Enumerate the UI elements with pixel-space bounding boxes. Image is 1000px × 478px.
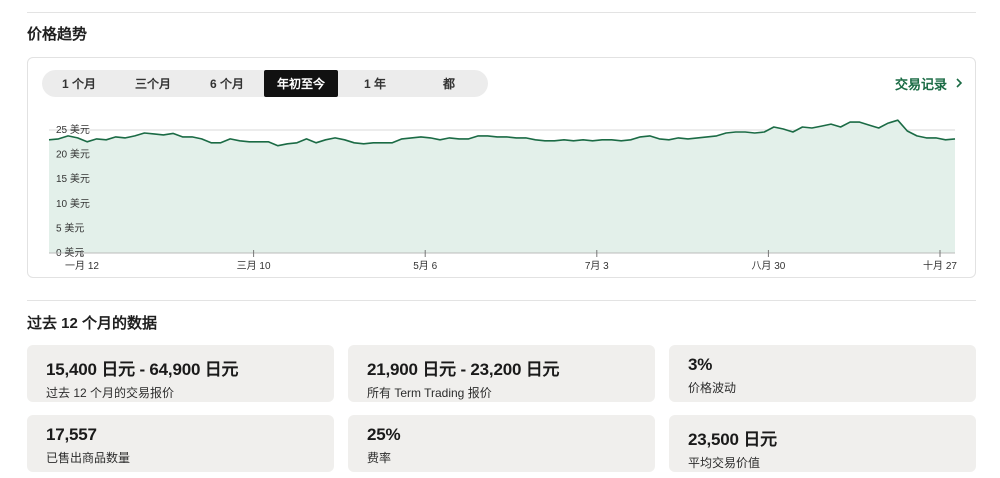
stat-label: 平均交易价值 [688,456,761,470]
x-tick-label: 十月 27 [923,259,957,272]
stat-card-trade-range: 15,400 日元 - 64,900 日元 过去 12 个月的交易报价 [27,345,334,402]
stat-card-items-sold: 17,557 已售出商品数量 [27,415,334,472]
stat-label: 价格波动 [688,381,737,395]
stat-label: 所有 Term Trading 报价 [367,386,492,400]
y-tick-label: 10 美元 [56,197,90,210]
stat-card-fee-rate: 25% 费率 [348,415,655,472]
price-area-chart: 25 美元20 美元15 美元10 美元5 美元0 美元 一月 12 三月 10 5… [48,119,957,272]
stat-value: 21,900 日元 - 23,200 日元 [367,360,560,379]
stat-value: 15,400 日元 - 64,900 日元 [46,360,239,379]
top-divider [27,12,976,13]
mid-divider [27,300,976,301]
stat-value: 25% [367,425,401,444]
stat-value: 3% [688,355,713,374]
y-tick-label: 20 美元 [56,148,90,161]
price-chart-card: 1 个月 三个月 6 个月 年初至今 1 年 都 交易记录 25 美元 20 美元… [27,57,976,278]
chart-area-fill [49,120,955,253]
price-trend-title: 价格趋势 [27,26,88,43]
stat-card-avg-value: 23,500 日元 平均交易价值 [669,415,976,472]
stat-label: 过去 12 个月的交易报价 [46,386,175,400]
y-tick-label: 25 美元 [56,123,90,136]
stat-value: 17,557 [46,425,97,444]
stat-label: 已售出商品数量 [46,451,131,465]
x-tick-label: 5月 6 [413,260,437,272]
x-tick-label: 7月 3 [585,260,609,272]
x-tick-label: 三月 10 [237,260,271,272]
stat-value: 23,500 日元 [688,430,777,449]
y-tick-label: 15 美元 [56,172,90,185]
stat-card-volatility: 3% 价格波动 [669,345,976,402]
past-12-months-title: 过去 12 个月的数据 [27,315,158,332]
y-tick-label: 5 美元 [56,221,84,234]
x-tick-label: 八月 30 [751,260,785,272]
stat-label: 费率 [367,451,392,465]
x-tick-label: 一月 12 [65,260,99,272]
stat-card-term-trading-range: 21,900 日元 - 23,200 日元 所有 Term Trading 报价 [348,345,655,402]
